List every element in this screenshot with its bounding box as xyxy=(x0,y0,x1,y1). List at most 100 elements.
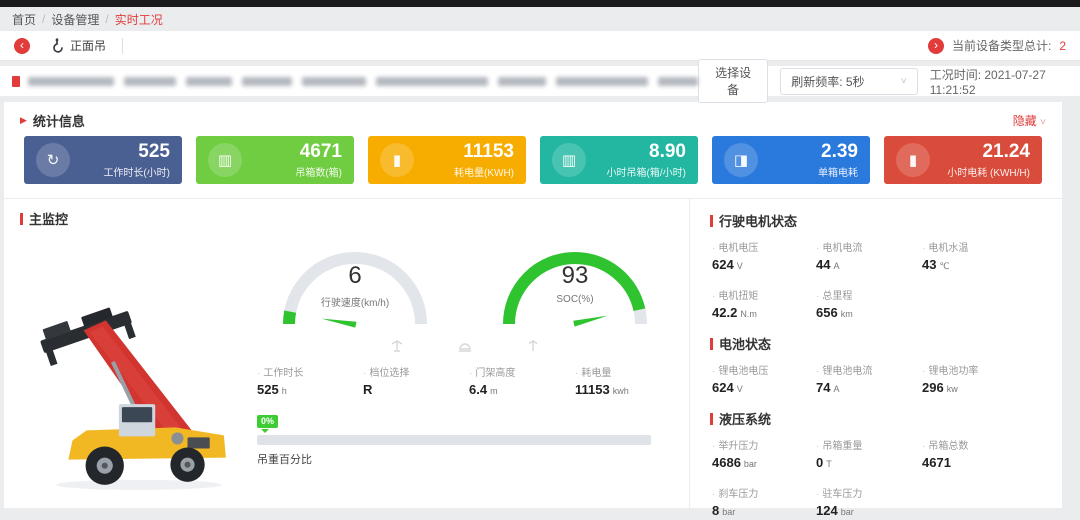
section-title: 电池状态 xyxy=(719,334,771,353)
device-type-tabbar: ‹ 正面吊 › 当前设备类型总计: 2 xyxy=(0,31,1080,61)
stat-value: 11153 xyxy=(454,142,514,161)
plug-icon xyxy=(389,338,405,354)
breadcrumb-separator: / xyxy=(105,12,108,26)
battery-icon: ▮ xyxy=(380,143,414,177)
speed-label: 行驶速度(km/h) xyxy=(271,294,439,309)
stat-value: 2.39 xyxy=(818,142,858,161)
redacted-text xyxy=(28,77,698,86)
device-identity-redacted xyxy=(12,76,698,87)
stat-card-work-hours: ↻ 525 工作时长(小时) xyxy=(24,136,182,184)
stat-label: 工作时长(小时) xyxy=(103,164,170,179)
metric-container-weight: 吊箱重量0T xyxy=(816,437,922,472)
browser-top-strip xyxy=(0,0,1080,7)
device-info-bar: 选择设备 刷新频率: 5秒 ˅ 工况时间: 2021-07-27 11:21:5… xyxy=(0,66,1080,96)
stat-cards: ↻ 525工作时长(小时) ▥ 4671吊箱数(箱) ▮ 11153耗电量(KW… xyxy=(4,136,1062,184)
badge-pointer xyxy=(261,429,269,433)
device-total-label: 当前设备类型总计: xyxy=(952,37,1051,54)
tab-divider xyxy=(122,38,123,54)
section-marker xyxy=(710,413,713,425)
metric-battery-voltage: 锂电池电压624V xyxy=(712,362,816,397)
breadcrumb-realtime[interactable]: 实时工况 xyxy=(115,11,163,28)
monitor-title: 主监控 xyxy=(29,209,68,228)
caret-right-icon: ▶ xyxy=(20,115,27,126)
hydraulic-section: 液压系统 举升压力4686bar 吊箱重量0T 吊箱总数4671 刹车压力8ba… xyxy=(710,409,1044,520)
stats-header: ▶ 统计信息 隐藏 ˅ xyxy=(4,102,1062,136)
metric-battery-current: 锂电池电流74A xyxy=(816,362,922,397)
stat-value: 8.90 xyxy=(607,142,686,161)
section-title: 液压系统 xyxy=(719,409,771,428)
progress-badge: 0% xyxy=(257,415,278,428)
metric-lift-pressure: 举升压力4686bar xyxy=(712,437,816,472)
stat-value: 525 xyxy=(103,142,170,161)
soc-label: SOC(%) xyxy=(491,294,659,305)
clock-sync-icon: ↻ xyxy=(36,143,70,177)
metric-parking-pressure: 驻车压力124bar xyxy=(816,485,922,520)
refresh-rate-select[interactable]: 刷新频率: 5秒 ˅ xyxy=(780,68,918,95)
scroll-right-button[interactable]: › xyxy=(928,38,944,54)
progress-label: 吊重百分比 xyxy=(257,451,651,467)
dome-icon xyxy=(457,338,473,354)
stat-label: 小时吊箱(箱/小时) xyxy=(607,164,686,179)
status-sections: 行驶电机状态 电机电压624V 电机电流44A 电机水温43℃ 电机扭矩42.2… xyxy=(690,199,1062,511)
section-title: 行驶电机状态 xyxy=(719,211,797,230)
drive-motor-section: 行驶电机状态 电机电压624V 电机电流44A 电机水温43℃ 电机扭矩42.2… xyxy=(710,211,1044,322)
condition-time: 工况时间: 2021-07-27 11:21:52 xyxy=(930,66,1068,97)
metric-energy: 耗电量 11153kwh xyxy=(575,364,681,399)
metric-motor-torque: 电机扭矩42.2N.m xyxy=(712,287,816,322)
realtime-condition-page: 首页 / 设备管理 / 实时工况 ‹ 正面吊 › 当前设备类型总计: 2 xyxy=(0,0,1080,517)
monitor-header: 主监控 xyxy=(4,199,689,228)
speed-value: 6 xyxy=(271,262,439,290)
stats-title: 统计信息 xyxy=(33,111,85,130)
chevron-down-icon: ˅ xyxy=(901,76,907,87)
status-icons xyxy=(249,338,681,354)
stat-label: 耗电量(KWH) xyxy=(454,164,514,179)
device-total: › 当前设备类型总计: 2 xyxy=(928,37,1066,54)
tab-reach-stacker[interactable]: 正面吊 xyxy=(50,37,106,54)
arrow-left-icon: ‹ xyxy=(20,38,24,52)
stat-label: 小时电耗 (KWH/H) xyxy=(947,164,1030,179)
device-bar-controls: 选择设备 刷新频率: 5秒 ˅ 工况时间: 2021-07-27 11:21:5… xyxy=(698,59,1068,103)
monitor-metrics: 工作时长 525h 档位选择 R 门架高度 6.4m 耗电量 xyxy=(249,364,681,399)
metric-gear: 档位选择 R xyxy=(363,364,469,399)
battery-clock-icon: ▮ xyxy=(896,143,930,177)
hide-toggle[interactable]: 隐藏 ˅ xyxy=(1013,112,1046,129)
metric-motor-current: 电机电流44A xyxy=(816,239,922,274)
reach-stacker-image xyxy=(26,287,238,499)
metric-work-hours: 工作时长 525h xyxy=(257,364,363,399)
metric-mast-height: 门架高度 6.4m xyxy=(469,364,575,399)
stat-label: 单箱电耗 xyxy=(818,164,858,179)
device-total-value: 2 xyxy=(1059,39,1066,53)
scroll-left-button[interactable]: ‹ xyxy=(14,38,30,54)
main-monitor-panel: 主监控 xyxy=(4,199,690,511)
metric-container-total: 吊箱总数4671 xyxy=(922,437,1044,472)
stat-card-energy-per-container: ◨ 2.39 单箱电耗 xyxy=(712,136,870,184)
main-panel: ▶ 统计信息 隐藏 ˅ ↻ 525工作时长(小时) ▥ 4671吊箱数(箱) ▮… xyxy=(4,102,1062,508)
stat-card-energy-per-hour: ▮ 21.24 小时电耗 (KWH/H) xyxy=(884,136,1042,184)
stat-value: 21.24 xyxy=(947,142,1030,161)
stat-label: 吊箱数(箱) xyxy=(295,164,342,179)
select-device-button[interactable]: 选择设备 xyxy=(698,59,768,103)
device-badge-icon xyxy=(12,76,20,87)
metric-total-mileage: 总里程656km xyxy=(816,287,922,322)
progress-track xyxy=(257,435,651,445)
section-marker xyxy=(20,213,23,225)
metric-motor-temp: 电机水温43℃ xyxy=(922,239,1044,274)
plug-icon xyxy=(525,338,541,354)
breadcrumb-device-management[interactable]: 设备管理 xyxy=(51,11,99,28)
chevron-icon: ˅ xyxy=(1040,117,1046,128)
soc-value: 93 xyxy=(491,262,659,290)
arrow-right-icon: › xyxy=(934,38,938,52)
section-marker xyxy=(710,338,713,350)
stat-value: 4671 xyxy=(295,142,342,161)
metric-motor-voltage: 电机电压624V xyxy=(712,239,816,274)
load-percentage-progress: 0% 吊重百分比 xyxy=(249,411,651,467)
stat-card-containers: ▥ 4671吊箱数(箱) xyxy=(196,136,354,184)
stat-card-energy: ▮ 11153 耗电量(KWH) xyxy=(368,136,526,184)
breadcrumb-separator: / xyxy=(42,12,45,26)
breadcrumb-home[interactable]: 首页 xyxy=(12,11,36,28)
hook-icon xyxy=(50,38,64,53)
metric-brake-pressure: 刹车压力8bar xyxy=(712,485,816,520)
meter-icon: ◨ xyxy=(724,143,758,177)
refresh-rate-value: 刷新频率: 5秒 xyxy=(791,73,864,90)
gauges: 6 行驶速度(km/h) 93 SOC(%) xyxy=(249,232,681,332)
